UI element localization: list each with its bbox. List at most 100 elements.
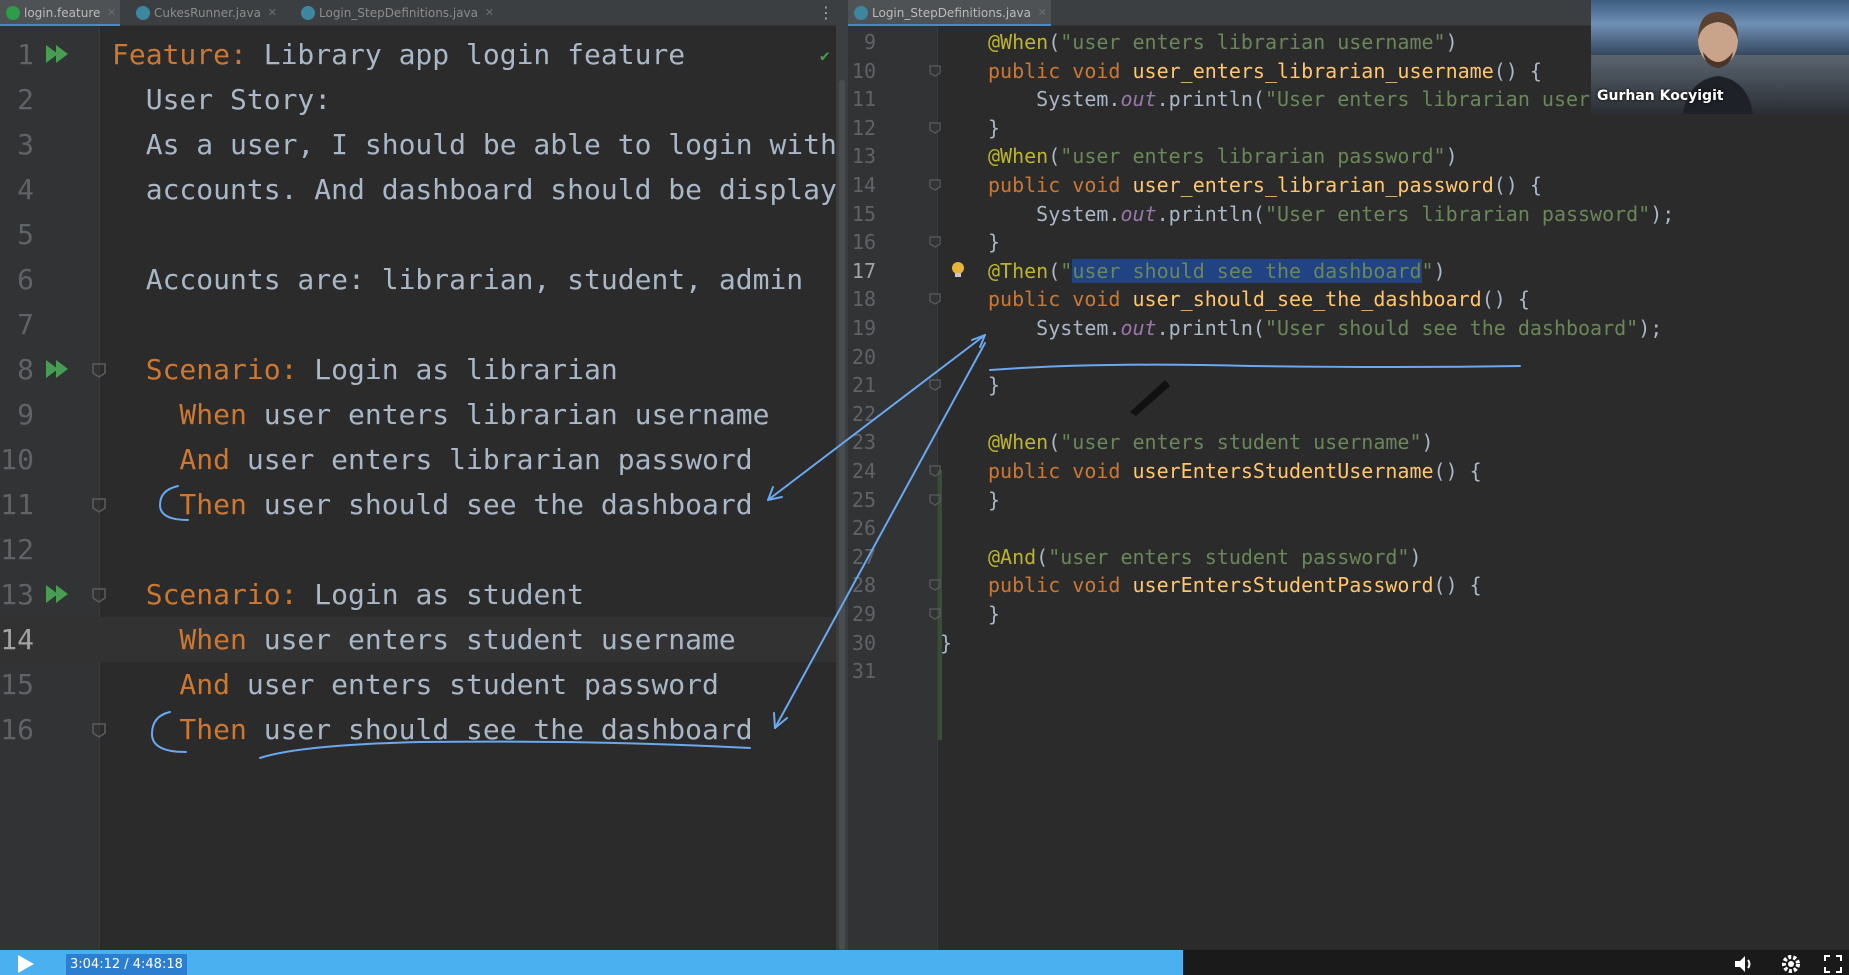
feature-editor-pane[interactable]: ⋮ login.feature ✕ CukesRunner.java ✕ Login_S… bbox=[0, 0, 840, 950]
gherkin-keyword: Feature: bbox=[112, 38, 247, 71]
volume-icon[interactable] bbox=[1732, 953, 1754, 975]
token-field: out bbox=[1120, 316, 1157, 340]
feature-line[interactable]: 12 bbox=[0, 527, 840, 572]
play-icon[interactable] bbox=[14, 953, 38, 975]
gherkin-text: user enters student username bbox=[246, 623, 736, 656]
feature-line[interactable]: 9 When user enters librarian username bbox=[0, 392, 840, 437]
token-plain: } bbox=[988, 602, 1001, 626]
right-tab-0[interactable]: Login_StepDefinitions.java ✕ bbox=[848, 0, 1052, 26]
token-str: "user enters librarian username" bbox=[1060, 30, 1446, 54]
close-tab-icon[interactable]: ✕ bbox=[107, 0, 116, 26]
run-scenario-icon[interactable] bbox=[44, 583, 72, 605]
fullscreen-icon[interactable] bbox=[1822, 953, 1844, 975]
fold-icon[interactable] bbox=[928, 292, 942, 306]
feature-line[interactable]: 13 Scenario: Login as student bbox=[0, 572, 840, 617]
token-kw: public void bbox=[988, 287, 1133, 312]
token-plain: System. bbox=[988, 87, 1121, 112]
fold-icon[interactable] bbox=[928, 178, 942, 192]
video-player-bar[interactable]: 3:04:12 / 4:48:18 bbox=[0, 950, 1849, 975]
close-tab-icon[interactable]: ✕ bbox=[268, 0, 277, 26]
feature-line[interactable]: 5 bbox=[0, 212, 840, 257]
video-timestamp: 3:04:12 / 4:48:18 bbox=[66, 954, 187, 975]
java-class-icon bbox=[136, 6, 150, 20]
token-plain: ( bbox=[1048, 144, 1061, 169]
token-plain: } bbox=[988, 487, 1001, 512]
line-number: 13 bbox=[0, 578, 34, 611]
token-kw: public void bbox=[988, 459, 1133, 483]
fold-icon[interactable] bbox=[928, 464, 942, 478]
token-str: " bbox=[1421, 258, 1434, 283]
line-number: 3 bbox=[17, 128, 34, 161]
feature-line[interactable]: 4 accounts. And dashboard should be disp… bbox=[0, 167, 840, 212]
token-plain: } bbox=[940, 630, 953, 655]
close-tab-icon[interactable]: ✕ bbox=[1038, 0, 1047, 26]
token-plain: () { bbox=[1433, 459, 1482, 483]
token-plain: ) bbox=[1445, 30, 1458, 54]
settings-gear-icon[interactable] bbox=[1780, 953, 1802, 975]
feature-line[interactable]: 3 As a user, I should be able to login w… bbox=[0, 122, 840, 167]
tab-label: CukesRunner.java bbox=[154, 6, 261, 20]
more-tabs-icon[interactable]: ⋮ bbox=[818, 0, 834, 26]
fold-icon[interactable] bbox=[928, 493, 942, 507]
line-number: 31 bbox=[851, 659, 876, 684]
fold-icon[interactable] bbox=[928, 64, 942, 78]
gherkin-text: user enters librarian password bbox=[230, 443, 753, 476]
fold-icon[interactable] bbox=[928, 235, 942, 249]
gherkin-text: user enters librarian username bbox=[246, 398, 770, 431]
run-scenario-icon[interactable] bbox=[44, 358, 72, 380]
feature-line[interactable]: 6 Accounts are: librarian, student, admi… bbox=[0, 257, 840, 302]
token-plain: } bbox=[988, 373, 1001, 398]
fold-icon[interactable] bbox=[90, 496, 108, 514]
close-tab-icon[interactable]: ✕ bbox=[485, 0, 494, 26]
presenter-webcam: Gurhan Kocyigit bbox=[1591, 0, 1849, 114]
inspection-ok-icon[interactable]: ✔ bbox=[820, 46, 830, 65]
token-plain: ( bbox=[1048, 30, 1061, 54]
token-plain: .println( bbox=[1156, 87, 1265, 112]
token-plain: ) bbox=[1421, 430, 1434, 455]
fold-icon[interactable] bbox=[928, 578, 942, 592]
left-tab-bar: ⋮ login.feature ✕ CukesRunner.java ✕ Login_S… bbox=[0, 0, 840, 26]
left-scrollbar-thumb[interactable] bbox=[839, 80, 845, 950]
line-number: 5 bbox=[17, 218, 34, 251]
gherkin-keyword: Then bbox=[112, 713, 247, 746]
gherkin-text: accounts. And dashboard should be displa… bbox=[112, 173, 840, 206]
feature-line[interactable]: 14 When user enters student username bbox=[0, 617, 840, 662]
token-meth: user_enters_librarian_username bbox=[1132, 58, 1494, 83]
token-plain: () { bbox=[1493, 58, 1542, 83]
feature-line[interactable]: 8 Scenario: Login as librarian bbox=[0, 347, 840, 392]
feature-line[interactable]: 16 Then user should see the dashboard bbox=[0, 707, 840, 752]
tab-label: login.feature bbox=[24, 6, 101, 20]
gherkin-text: Library app login feature bbox=[246, 38, 686, 71]
feature-line[interactable]: 15 And user enters student password bbox=[0, 662, 840, 707]
token-sel: user should see the dashboard bbox=[1072, 258, 1422, 283]
java-editor-pane[interactable]: Login_StepDefinitions.java ✕ 9 @When("user… bbox=[848, 0, 1849, 950]
line-number: 8 bbox=[17, 353, 34, 386]
feature-line[interactable]: 11 Then user should see the dashboard bbox=[0, 482, 840, 527]
token-str: "User should see the dashboard" bbox=[1264, 316, 1639, 340]
editor-splitter[interactable] bbox=[836, 0, 848, 950]
fold-icon[interactable] bbox=[928, 378, 942, 392]
left-tab-1[interactable]: CukesRunner.java ✕ bbox=[130, 0, 281, 26]
fold-icon[interactable] bbox=[90, 361, 108, 379]
gherkin-keyword: And bbox=[112, 443, 231, 476]
fold-icon[interactable] bbox=[90, 586, 108, 604]
token-meth: userEntersStudentPassword bbox=[1132, 573, 1434, 598]
gherkin-keyword: When bbox=[112, 398, 247, 431]
left-tab-0[interactable]: login.feature ✕ bbox=[0, 0, 121, 26]
fold-icon[interactable] bbox=[928, 121, 942, 135]
feature-line[interactable]: 7 bbox=[0, 302, 840, 347]
fold-icon[interactable] bbox=[90, 721, 108, 739]
feature-line[interactable]: 2 User Story: bbox=[0, 77, 840, 122]
token-plain: .println( bbox=[1156, 201, 1265, 226]
line-number: 2 bbox=[17, 83, 34, 116]
gherkin-keyword: Scenario: bbox=[112, 578, 298, 611]
left-tab-2[interactable]: Login_StepDefinitions.java ✕ bbox=[295, 0, 498, 26]
fold-icon[interactable] bbox=[928, 607, 942, 621]
line-number: 9 bbox=[17, 398, 34, 431]
java-line[interactable]: 31 bbox=[848, 654, 1849, 688]
lightbulb-icon[interactable] bbox=[950, 260, 966, 280]
feature-line[interactable]: 1 Feature: Library app login feature bbox=[0, 32, 840, 77]
token-kw: public void bbox=[988, 58, 1133, 83]
run-scenario-icon[interactable] bbox=[44, 43, 72, 65]
feature-line[interactable]: 10 And user enters librarian password bbox=[0, 437, 840, 482]
